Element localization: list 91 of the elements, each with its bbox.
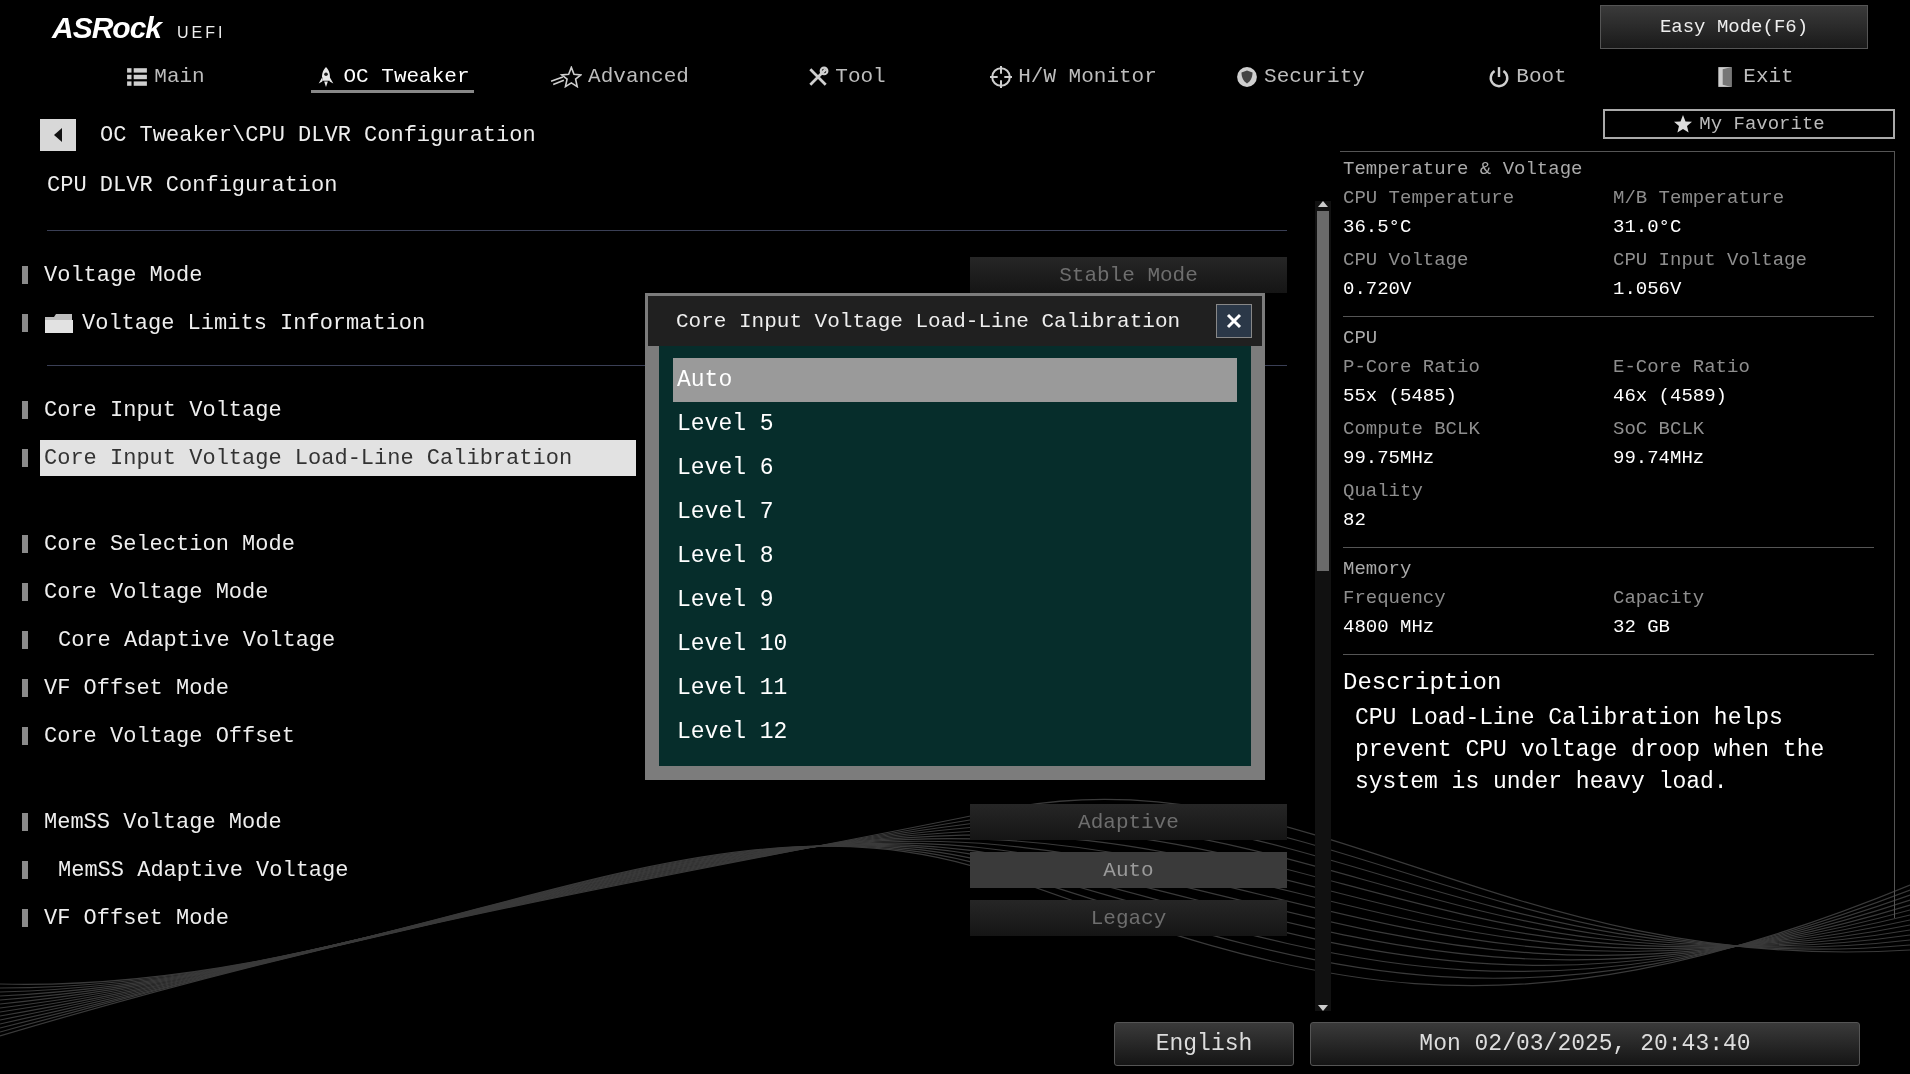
field-value: 0.720V (1343, 277, 1413, 302)
setting-item[interactable]: Core Selection Mode (40, 526, 299, 562)
brand-logo: ASRock (52, 11, 162, 45)
section-title: CPU (1343, 327, 1379, 349)
row-marker (22, 631, 28, 649)
option-item[interactable]: Level 8 (673, 534, 1237, 578)
folder-icon (44, 312, 74, 334)
setting-item[interactable]: VF Offset Mode (40, 900, 233, 936)
field-label: Frequency (1343, 586, 1447, 611)
field-value: 99.75MHz (1343, 446, 1436, 471)
field-label: Capacity (1613, 586, 1706, 611)
nav-tab[interactable]: H/W Monitor (986, 63, 1161, 93)
option-item[interactable]: Level 7 (673, 490, 1237, 534)
close-icon (1226, 313, 1242, 329)
field-value: 31.0°C (1613, 215, 1683, 240)
power-icon (1488, 65, 1511, 88)
row-marker (22, 266, 28, 284)
field-label: SoC BCLK (1613, 417, 1706, 442)
option-item[interactable]: Level 9 (673, 578, 1237, 622)
nav-tab[interactable]: Main (122, 63, 209, 93)
close-button[interactable] (1216, 304, 1252, 338)
row-marker (22, 861, 28, 879)
arrow-down-icon[interactable] (1318, 1005, 1328, 1011)
shield-icon (1236, 65, 1259, 88)
tools-icon (807, 65, 830, 88)
field-label: Compute BCLK (1343, 417, 1481, 442)
field-value: 32 GB (1613, 615, 1671, 640)
field-label: E-Core Ratio (1613, 355, 1751, 380)
setting-item[interactable]: Core Input Voltage (40, 392, 286, 428)
uefi-label: UEFI (177, 24, 226, 42)
setting-item[interactable]: Core Input Voltage Load-Line Calibration (40, 440, 636, 476)
setting-item[interactable]: MemSS Voltage Mode (40, 804, 286, 840)
nav-tab[interactable]: OC Tweaker (311, 63, 474, 93)
setting-item[interactable]: Core Voltage Offset (40, 718, 299, 754)
field-value: 4800 MHz (1343, 615, 1436, 640)
setting-item[interactable]: Core Voltage Mode (40, 574, 273, 610)
row-marker (22, 449, 28, 467)
nav-tab[interactable]: Tool (803, 63, 890, 93)
field-label: Quality (1343, 479, 1424, 504)
description-text: CPU Load-Line Calibration helps prevent CPU voltage droop when the system is under heavy load. (1354, 704, 1826, 797)
setting-item[interactable]: MemSS Adaptive Voltage (40, 852, 353, 888)
back-icon (52, 127, 64, 143)
field-value: 99.74MHz (1613, 446, 1706, 471)
field-value: 55x (5485) (1343, 384, 1459, 409)
date-time: Mon 02/03/2025, 20:43:40 (1310, 1022, 1860, 1066)
setting-item[interactable]: Core Adaptive Voltage (40, 622, 340, 658)
row-marker (22, 813, 28, 831)
row-marker (22, 727, 28, 745)
crosshair-icon (990, 65, 1013, 88)
row-marker (22, 583, 28, 601)
field-value: 36.5°C (1343, 215, 1413, 240)
field-label: CPU Voltage (1343, 248, 1470, 273)
row-marker (22, 679, 28, 697)
description-title: Description (1343, 669, 1503, 696)
row-marker (22, 909, 28, 927)
breadcrumb: OC Tweaker\CPU DLVR Configuration (100, 122, 536, 148)
my-favorite-button[interactable]: My Favorite (1603, 109, 1895, 139)
page-title: CPU DLVR Configuration (46, 172, 339, 200)
easy-mode-button[interactable]: Easy Mode(F6) (1600, 5, 1868, 49)
option-item[interactable]: Level 5 (673, 402, 1237, 446)
field-label: M/B Temperature (1613, 186, 1786, 211)
field-label: CPU Input Voltage (1613, 248, 1808, 273)
row-marker (22, 314, 28, 332)
setting-item[interactable]: Voltage Mode (40, 257, 207, 293)
setting-item[interactable]: Voltage Limits Information (40, 305, 430, 341)
field-value: 1.056V (1613, 277, 1683, 302)
nav-tab[interactable]: Advanced (546, 63, 693, 93)
language-button[interactable]: English (1114, 1022, 1294, 1066)
row-marker (22, 535, 28, 553)
list-icon (126, 65, 149, 88)
option-item[interactable]: Level 11 (673, 666, 1237, 710)
option-item[interactable]: Level 6 (673, 446, 1237, 490)
field-value: 82 (1343, 508, 1367, 533)
nav-tab[interactable]: Exit (1711, 63, 1798, 93)
star-icon (1673, 114, 1694, 134)
field-label: CPU Temperature (1343, 186, 1516, 211)
arrow-up-icon[interactable] (1318, 201, 1328, 207)
row-marker (22, 401, 28, 419)
section-title: Memory (1343, 558, 1413, 580)
nav-tab[interactable]: Security (1232, 63, 1369, 93)
scrollbar[interactable] (1315, 201, 1331, 1011)
star-icon (550, 65, 583, 88)
section-title: Temperature & Voltage (1343, 158, 1584, 180)
field-value: 46x (4589) (1613, 384, 1729, 409)
nav-tab[interactable]: Boot (1484, 63, 1571, 93)
back-button[interactable] (40, 119, 76, 151)
option-item[interactable]: Level 12 (673, 710, 1237, 754)
dialog-title: Core Input Voltage Load-Line Calibration (676, 309, 1181, 333)
setting-item[interactable]: VF Offset Mode (40, 670, 233, 706)
option-item[interactable]: Level 10 (673, 622, 1237, 666)
field-label: P-Core Ratio (1343, 355, 1481, 380)
